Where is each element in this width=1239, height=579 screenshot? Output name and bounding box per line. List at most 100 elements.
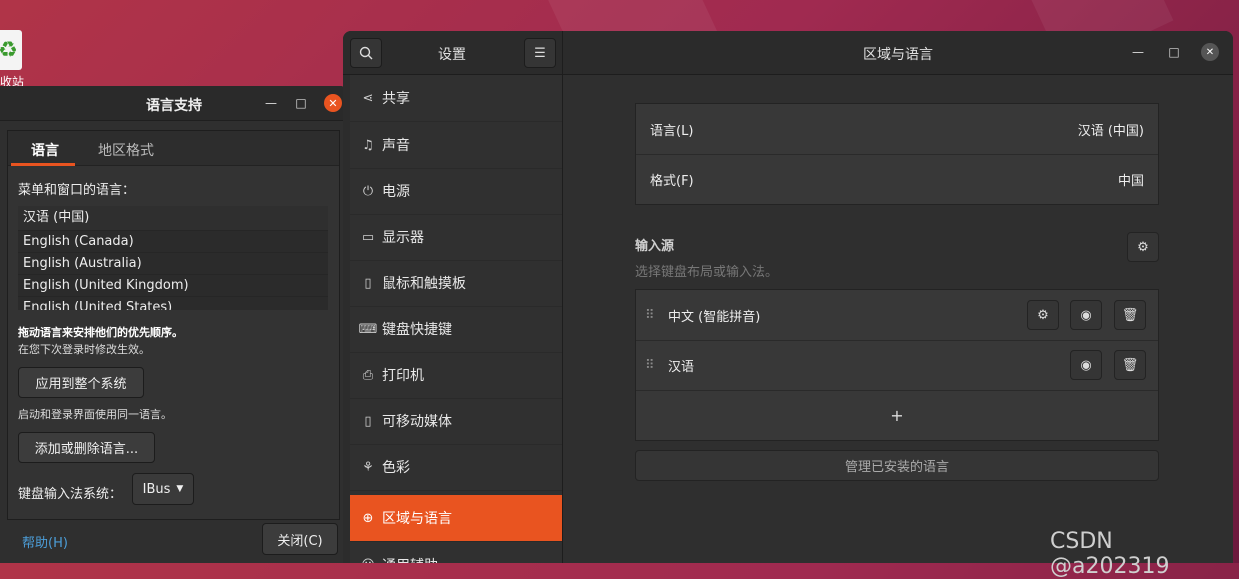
mouse-icon: ▯: [364, 275, 372, 291]
input-system-value: IBus: [142, 481, 171, 497]
power-icon: ⏻: [362, 183, 374, 199]
sidebar-item-label: 声音: [382, 138, 410, 154]
sidebar-title: 设置: [438, 47, 466, 63]
language-list[interactable]: 汉语 (中国) English (Canada) English (Austra…: [18, 206, 328, 310]
content-area: 语言(L) 汉语 (中国) 格式(F) 中国 输入源 选择键盘布局或输入法。 ⚙…: [563, 75, 1233, 563]
list-item[interactable]: 汉语 (中国): [18, 206, 328, 231]
input-source-preview-button[interactable]: ◉: [1070, 350, 1102, 380]
color-icon: ⚘: [362, 459, 374, 475]
sidebar-item-accessibility[interactable]: ☺通用辅助: [350, 542, 562, 564]
sidebar-item-label: 电源: [382, 184, 410, 200]
minimize-icon[interactable]: —: [262, 94, 280, 112]
language-format-panel: 语言(L) 汉语 (中国) 格式(F) 中国: [635, 103, 1159, 205]
drag-handle-icon[interactable]: ⠿: [645, 358, 654, 373]
input-system-dropdown[interactable]: IBus ▼: [132, 473, 194, 505]
input-source-remove-button[interactable]: 🗑: [1114, 300, 1146, 330]
tab-bar: 语言 地区格式: [8, 131, 339, 166]
input-source-row[interactable]: ⠿ 汉语 ◉ 🗑: [636, 340, 1158, 391]
sidebar-item-label: 通用辅助: [382, 555, 438, 563]
sidebar-item-label: 键盘快捷键: [382, 322, 452, 338]
sidebar-item-power[interactable]: ⏻ 电源: [350, 168, 562, 215]
gear-icon: ⚙: [1137, 239, 1149, 255]
close-icon[interactable]: ✕: [324, 94, 342, 112]
gear-icon: ⚙: [1037, 307, 1049, 323]
tab-regional-formats[interactable]: 地区格式: [98, 140, 154, 160]
trash-icon: 🗑: [1121, 307, 1139, 323]
sidebar-item-sound[interactable]: ♫ 声音: [350, 122, 562, 169]
monitor-icon: ▭: [361, 229, 375, 245]
eye-icon: ◉: [1080, 307, 1092, 323]
sidebar-item-printers[interactable]: ⎙ 打印机: [350, 352, 562, 399]
minimize-icon[interactable]: —: [1129, 43, 1147, 61]
manage-installed-languages-button[interactable]: 管理已安装的语言: [635, 450, 1159, 481]
globe-icon: ⊕: [362, 510, 374, 526]
trash-icon[interactable]: ♻: [0, 30, 22, 70]
sidebar-item-removable-media[interactable]: ▯ 可移动媒体: [350, 398, 562, 445]
usb-icon: ▯: [364, 413, 372, 429]
help-link[interactable]: 帮助(H): [22, 532, 68, 551]
apply-system-wide-button[interactable]: 应用到整个系统: [18, 367, 144, 398]
maximize-icon[interactable]: □: [1165, 43, 1183, 61]
maximize-icon[interactable]: □: [292, 94, 310, 112]
language-support-window: 语言支持 — □ ✕ 语言 地区格式 菜单和窗口的语言： 汉语 (中国) Eng…: [0, 86, 348, 563]
sidebar-item-mouse[interactable]: ▯ 鼠标和触摸板: [350, 260, 562, 307]
sidebar-item-label: 共享: [382, 91, 410, 107]
sidebar-item-label: 色彩: [382, 460, 410, 476]
format-row-value: 中国: [1117, 173, 1144, 189]
close-button[interactable]: 关闭(C): [262, 523, 338, 555]
page-title: 区域与语言: [863, 47, 933, 63]
language-row[interactable]: 语言(L) 汉语 (中国): [636, 104, 1158, 155]
tab-frame: 语言 地区格式 菜单和窗口的语言： 汉语 (中国) English (Canad…: [7, 130, 340, 520]
settings-window: 设置 ☰ 区域与语言 — □ ✕ ⋖ 共享 ♫ 声音 ⏻ 电源 ▭ 显示器 ▯ 鼠标和触摸…: [343, 31, 1233, 563]
input-source-label: 中文 (智能拼音): [668, 309, 761, 325]
sidebar-item-label: 鼠标和触摸板: [382, 276, 466, 292]
input-sources-subtitle: 选择键盘布局或输入法。: [635, 265, 779, 280]
search-button[interactable]: [350, 38, 382, 68]
format-row[interactable]: 格式(F) 中国: [636, 154, 1158, 204]
sidebar-item-displays[interactable]: ▭ 显示器: [350, 214, 562, 261]
hamburger-icon: ☰: [534, 45, 546, 61]
language-row-value: 汉语 (中国): [1077, 123, 1144, 139]
add-icon: +: [890, 405, 904, 425]
list-item[interactable]: English (Australia): [18, 253, 328, 275]
menu-language-label: 菜单和窗口的语言：: [18, 183, 136, 198]
input-source-preview-button[interactable]: ◉: [1070, 300, 1102, 330]
input-sources-settings-button[interactable]: ⚙: [1127, 232, 1159, 262]
input-source-row[interactable]: ⠿ 中文 (智能拼音) ⚙ ◉ 🗑: [636, 290, 1158, 341]
sidebar: ⋖ 共享 ♫ 声音 ⏻ 电源 ▭ 显示器 ▯ 鼠标和触摸板 ⌨ 键盘快捷键 ⎙ 打印机 ▯ 可移…: [350, 75, 563, 563]
trash-icon: 🗑: [1121, 357, 1139, 373]
list-item[interactable]: English (United Kingdom): [18, 275, 328, 297]
chevron-down-icon: ▼: [176, 484, 184, 494]
input-source-remove-button[interactable]: 🗑: [1114, 350, 1146, 380]
language-row-label: 语言(L): [650, 123, 694, 139]
close-icon[interactable]: ✕: [1201, 43, 1219, 61]
list-item[interactable]: English (United States): [18, 297, 328, 310]
share-icon: ⋖: [362, 90, 374, 106]
drag-handle-icon[interactable]: ⠿: [645, 308, 654, 323]
sidebar-item-label: 显示器: [382, 230, 424, 246]
music-note-icon: ♫: [362, 137, 374, 153]
keyboard-icon: ⌨: [358, 321, 378, 337]
add-remove-languages-button[interactable]: 添加或删除语言...: [18, 432, 155, 463]
list-item[interactable]: English (Canada): [18, 231, 328, 253]
printer-icon: ⎙: [362, 367, 374, 383]
content-header[interactable]: 区域与语言 — □ ✕: [562, 31, 1233, 75]
add-input-source-row[interactable]: +: [636, 390, 1158, 440]
format-row-label: 格式(F): [650, 173, 694, 189]
input-system-label: 键盘输入法系统：: [18, 487, 123, 502]
sidebar-item-sharing[interactable]: ⋖ 共享: [350, 75, 562, 122]
active-tab-indicator: [11, 163, 75, 166]
tab-language[interactable]: 语言: [31, 140, 59, 160]
menu-button[interactable]: ☰: [524, 38, 556, 68]
titlebar[interactable]: 语言支持 — □ ✕: [0, 86, 348, 121]
sidebar-item-label: 区域与语言: [382, 511, 452, 527]
input-source-settings-button[interactable]: ⚙: [1027, 300, 1059, 330]
sidebar-item-label: 可移动媒体: [382, 414, 452, 430]
sidebar-item-region-language[interactable]: ⊕ 区域与语言: [350, 495, 562, 542]
eye-icon: ◉: [1080, 357, 1092, 373]
accessibility-icon: ☺: [354, 558, 382, 564]
search-icon: [359, 46, 373, 60]
input-sources-panel: ⠿ 中文 (智能拼音) ⚙ ◉ 🗑 ⠿ 汉语 ◉ 🗑 +: [635, 289, 1159, 441]
sidebar-item-color[interactable]: ⚘ 色彩: [350, 444, 562, 491]
sidebar-item-keyboard[interactable]: ⌨ 键盘快捷键: [350, 306, 562, 353]
